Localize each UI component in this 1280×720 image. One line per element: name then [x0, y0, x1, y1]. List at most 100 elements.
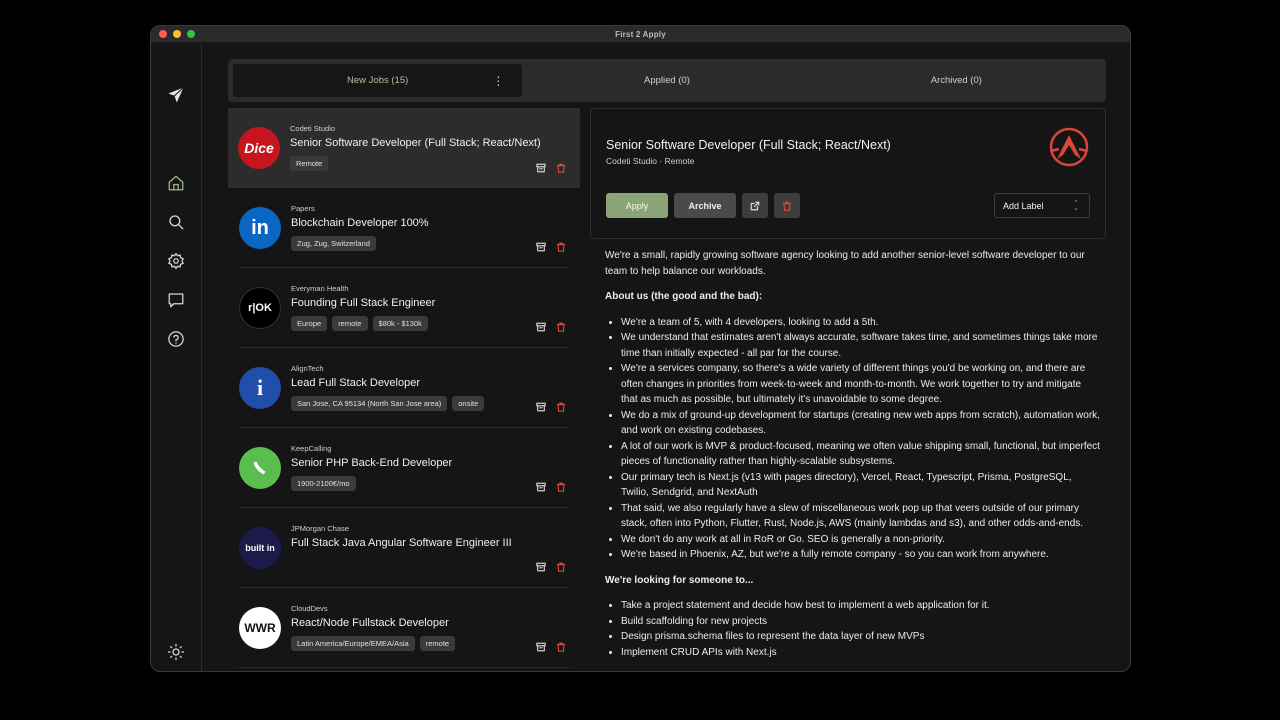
description-intro: We're a small, rapidly growing software …	[605, 250, 1085, 277]
add-label-select[interactable]: Add Label ⌃ ⌄	[994, 193, 1090, 218]
job-title: Blockchain Developer 100%	[291, 217, 429, 229]
job-list-item[interactable]: i AlignTech Lead Full Stack Developer Sa…	[239, 348, 569, 428]
job-detail-pane: Senior Software Developer (Full Stack; R…	[590, 108, 1106, 671]
job-list-item[interactable]: built in JPMorgan Chase Full Stack Java …	[239, 508, 569, 588]
window-title: First 2 Apply	[615, 29, 666, 39]
company-name: CloudDevs	[291, 604, 328, 613]
delete-icon[interactable]	[556, 160, 566, 173]
list-item: Design prisma.schema files to represent …	[621, 629, 1100, 645]
external-link-icon	[750, 201, 760, 210]
delete-job-button[interactable]	[774, 193, 800, 218]
more-options-icon[interactable]: ⋮	[492, 75, 504, 87]
job-title: Full Stack Java Angular Software Enginee…	[291, 537, 512, 549]
job-tag: Zug, Zug, Switzerland	[291, 236, 376, 251]
job-list-item[interactable]: WWR CloudDevs React/Node Fullstack Devel…	[239, 588, 569, 668]
logo-text: Dice	[244, 140, 274, 156]
list-item: We're based in Phoenix, AZ, but we're a …	[621, 547, 1100, 563]
logo-text: i	[256, 375, 264, 400]
company-logo: Dice	[238, 127, 280, 169]
add-label-text: Add Label	[1003, 200, 1044, 211]
looking-list: Take a project statement and decide how …	[621, 598, 1100, 660]
company-logo: i	[239, 367, 281, 409]
chevron-updown-icon: ⌃ ⌄	[1073, 200, 1079, 212]
apply-button[interactable]: Apply	[606, 193, 668, 218]
settings-icon[interactable]	[166, 251, 186, 271]
delete-icon[interactable]	[556, 399, 566, 412]
job-tag: remote	[332, 316, 368, 331]
list-item: A lot of our work is MVP & product-focus…	[621, 439, 1100, 470]
tab-label: New Jobs (15)	[347, 75, 409, 86]
job-tag: $80k - $130k	[372, 316, 428, 331]
job-detail-header: Senior Software Developer (Full Stack; R…	[590, 108, 1106, 239]
company-logo	[239, 447, 281, 489]
theme-sun-icon[interactable]	[166, 642, 186, 662]
company-name: AlignTech	[291, 364, 324, 373]
company-name: KeepCalling	[291, 444, 332, 453]
archive-icon[interactable]	[536, 239, 546, 252]
send-logo-icon[interactable]	[166, 85, 186, 105]
delete-icon[interactable]	[556, 319, 566, 332]
job-status-tabs: New Jobs (15) ⋮ Applied (0) Archived (0)	[228, 59, 1106, 102]
delete-icon	[782, 201, 792, 211]
close-window-button[interactable]	[159, 30, 167, 38]
job-list-item[interactable]: Dice Codeti Studio Senior Software Devel…	[228, 108, 580, 188]
help-icon[interactable]	[166, 329, 186, 349]
logo-text: built in	[245, 543, 275, 553]
list-item: Implement CRUD APIs with Next.js	[621, 645, 1100, 661]
tab-label: Archived (0)	[930, 75, 982, 86]
company-logo: in	[239, 207, 281, 249]
archive-icon[interactable]	[536, 559, 546, 572]
logo-text: in	[251, 216, 269, 239]
job-tag: Latin America/Europe/EMEA/Asia	[291, 636, 415, 651]
tab-label: Applied (0)	[644, 75, 690, 86]
archive-icon[interactable]	[536, 639, 546, 652]
tab-new-jobs[interactable]: New Jobs (15) ⋮	[233, 64, 523, 97]
list-item: We don't do any work at all in RoR or Go…	[621, 532, 1100, 548]
list-item: Take a project statement and decide how …	[621, 598, 1100, 614]
delete-icon[interactable]	[556, 239, 566, 252]
job-list: Dice Codeti Studio Senior Software Devel…	[228, 108, 580, 671]
logo-text: WWR	[244, 621, 276, 635]
title-bar: First 2 Apply	[151, 26, 1130, 43]
search-icon[interactable]	[166, 212, 186, 232]
job-title: Senior PHP Back-End Developer	[291, 457, 453, 469]
job-description: We're a small, rapidly growing software …	[605, 248, 1100, 670]
about-list: We're a team of 5, with 4 developers, lo…	[621, 315, 1100, 563]
app-window: First 2 Apply New Jobs (15) ⋮ Applied (0…	[150, 25, 1131, 672]
company-logo: built in	[239, 527, 281, 569]
tab-archived[interactable]: Archived (0)	[812, 64, 1101, 97]
job-tag: San Jose, CA 95134 (North San Jose area)	[291, 396, 448, 411]
list-item: We do a mix of ground-up development for…	[621, 408, 1100, 439]
company-name: Everyman Health	[291, 284, 349, 293]
company-name: Codeti Studio	[290, 124, 336, 133]
job-title: Senior Software Developer (Full Stack; R…	[290, 137, 541, 149]
zoom-window-button[interactable]	[187, 30, 195, 38]
minimize-window-button[interactable]	[173, 30, 181, 38]
home-icon[interactable]	[166, 173, 186, 193]
job-list-item[interactable]: in Papers Blockchain Developer 100% Zug,…	[239, 188, 569, 268]
job-detail-subtitle: Codeti Studio · Remote	[606, 156, 695, 166]
open-external-button[interactable]	[742, 193, 768, 218]
tab-applied[interactable]: Applied (0)	[522, 64, 811, 97]
delete-icon[interactable]	[556, 639, 566, 652]
list-item: Our primary tech is Next.js (v13 with pa…	[621, 470, 1100, 501]
looking-heading: We're looking for someone to...	[605, 574, 754, 586]
archive-icon[interactable]	[536, 319, 546, 332]
archive-icon[interactable]	[536, 399, 546, 412]
message-icon[interactable]	[166, 290, 186, 310]
job-tag: Europe	[291, 316, 328, 331]
archive-button[interactable]: Archive	[674, 193, 736, 218]
codeti-logo-icon	[1049, 127, 1089, 167]
about-heading: About us (the good and the bad):	[605, 291, 763, 302]
archive-icon[interactable]	[536, 479, 546, 492]
job-list-item[interactable]: r|OK Everyman Health Founding Full Stack…	[239, 268, 569, 348]
list-item: We're a services company, so there's a w…	[621, 361, 1100, 408]
window-controls	[159, 30, 195, 38]
job-title: Lead Full Stack Developer	[291, 377, 421, 389]
delete-icon[interactable]	[556, 559, 566, 572]
archive-icon[interactable]	[536, 160, 546, 173]
job-list-item[interactable]: KeepCalling Senior PHP Back-End Develope…	[239, 428, 569, 508]
job-tag: onsite	[452, 396, 485, 411]
delete-icon[interactable]	[556, 479, 566, 492]
job-tag: 1900-2100€/mo	[291, 476, 356, 491]
